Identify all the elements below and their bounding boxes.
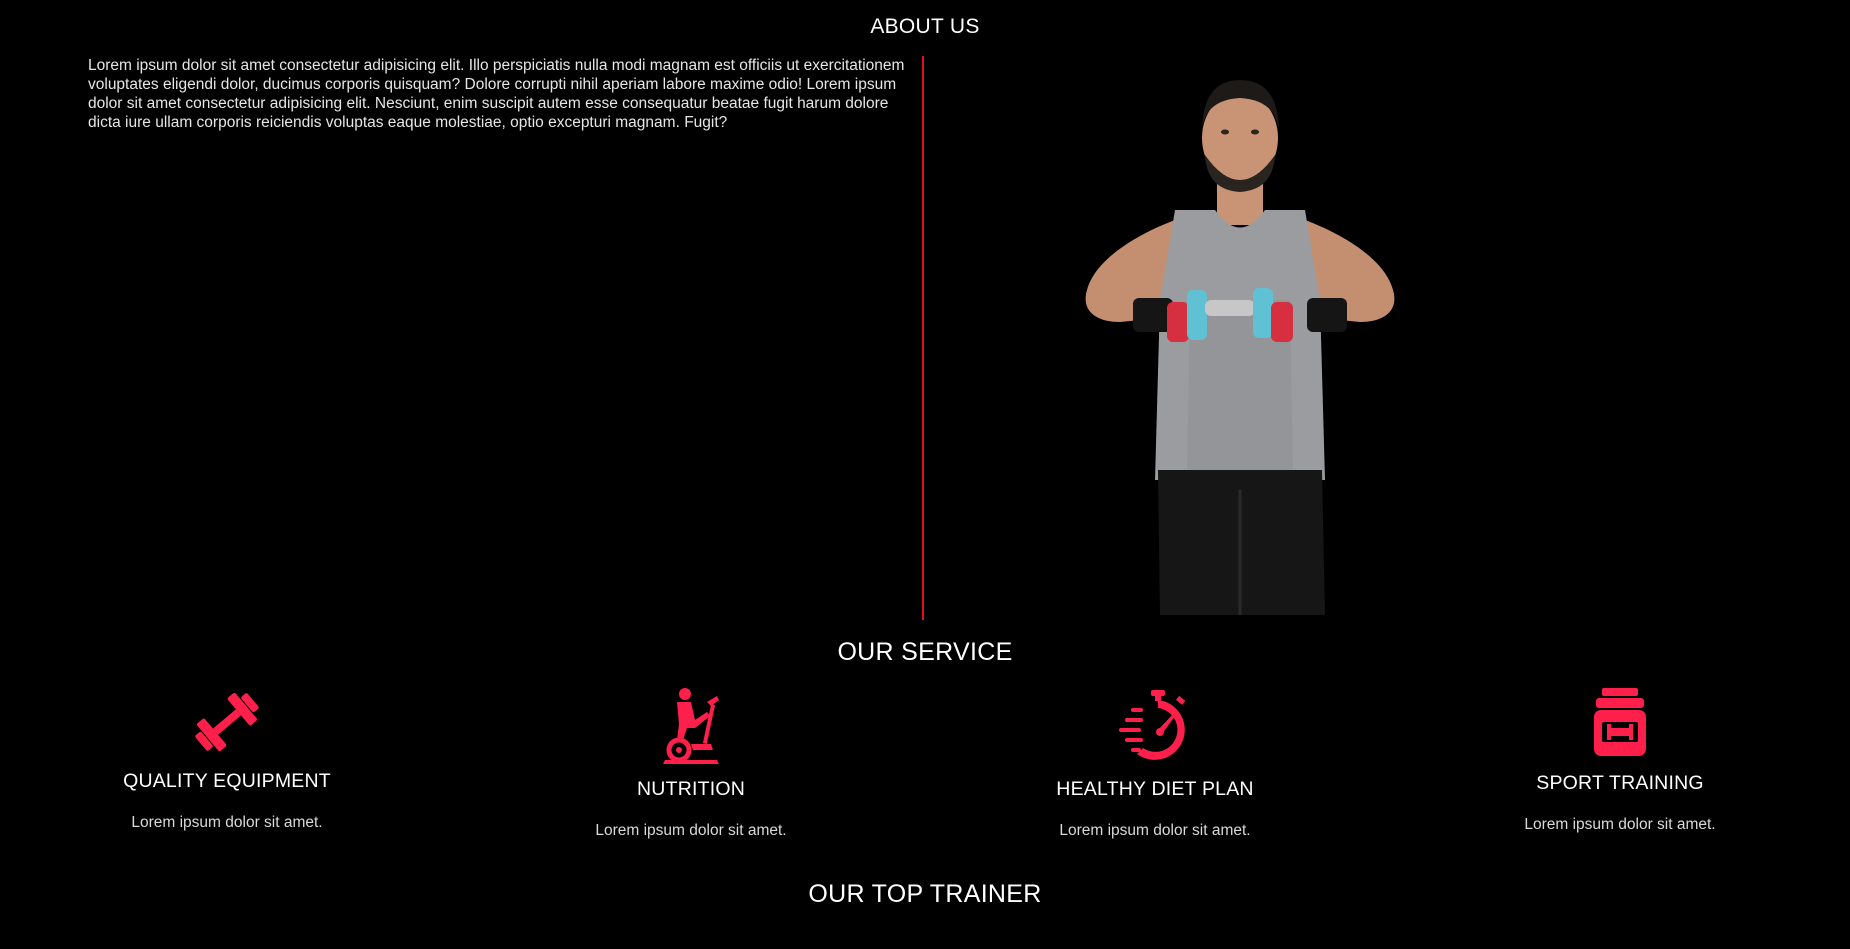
about-text: Lorem ipsum dolor sit amet consectetur a… — [88, 57, 905, 131]
service-desc: Lorem ipsum dolor sit amet. — [1059, 822, 1251, 839]
service-healthy-diet-plan: HEALTHY DIET PLAN Lorem ipsum dolor sit … — [965, 688, 1345, 840]
service-desc: Lorem ipsum dolor sit amet. — [1524, 816, 1716, 833]
service-title: OUR SERVICE — [837, 638, 1013, 666]
service-name: SPORT TRAINING — [1536, 772, 1704, 794]
trainer-title: OUR TOP TRAINER — [808, 880, 1042, 908]
supplement-jar-icon — [1594, 688, 1646, 756]
exercise-bike-icon — [663, 688, 719, 764]
about-title: ABOUT US — [870, 15, 980, 38]
service-desc: Lorem ipsum dolor sit amet. — [131, 814, 323, 831]
service-nutrition: NUTRITION Lorem ipsum dolor sit amet. — [501, 688, 881, 840]
stopwatch-icon — [1119, 690, 1186, 760]
trainer-photo — [1085, 80, 1395, 615]
about-divider — [922, 56, 924, 620]
service-sport-training: SPORT TRAINING Lorem ipsum dolor sit ame… — [1430, 688, 1810, 834]
service-name: HEALTHY DIET PLAN — [1056, 778, 1254, 800]
service-name: NUTRITION — [637, 778, 745, 800]
dumbbell-icon — [195, 692, 259, 752]
service-quality-equipment: QUALITY EQUIPMENT Lorem ipsum dolor sit … — [37, 688, 417, 832]
service-name: QUALITY EQUIPMENT — [123, 770, 331, 792]
service-desc: Lorem ipsum dolor sit amet. — [595, 822, 787, 839]
